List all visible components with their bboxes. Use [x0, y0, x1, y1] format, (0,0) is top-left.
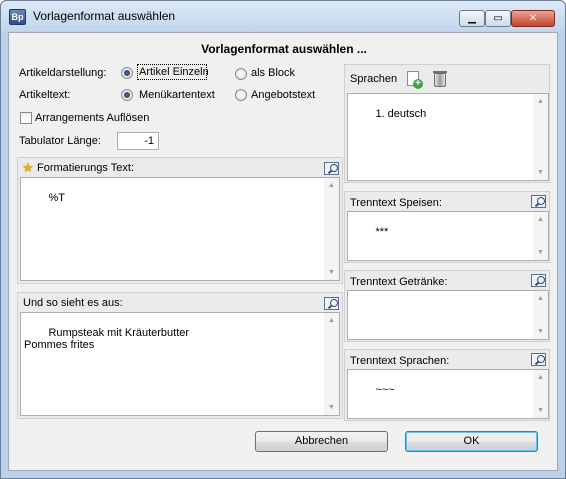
maximize-button[interactable]: ▭	[485, 10, 511, 27]
scroll-up-icon[interactable]: ▲	[533, 94, 548, 109]
formatierung-title: Formatierungs Text:	[37, 162, 135, 174]
radio-angebotstext-label[interactable]: Angebotstext	[251, 89, 315, 101]
trenntext-sprachen-text: ~~~	[375, 384, 395, 396]
trenntext-speisen-scrollbar[interactable]: ▲ ▼	[533, 212, 548, 260]
formatierung-panel: ★ Formatierungs Text: %T ▲ ▼	[17, 157, 343, 284]
title-bar[interactable]: Bp Vorlagenformat auswählen ▁ ▭ ✕	[1, 1, 565, 31]
radio-artikel-einzeln[interactable]	[121, 67, 133, 79]
trenntext-speisen-textarea[interactable]: *** ▲ ▼	[347, 211, 549, 261]
trenntext-getraenke-panel: Trenntext Getränke: ▲ ▼	[344, 270, 550, 342]
sprachen-title: Sprachen	[350, 73, 398, 85]
scroll-up-icon[interactable]: ▲	[324, 313, 339, 328]
radio-als-block-label[interactable]: als Block	[251, 67, 295, 79]
window-title: Vorlagenformat auswählen	[33, 9, 176, 23]
trenntext-getraenke-zoom-icon[interactable]	[531, 274, 546, 287]
formatierung-scrollbar[interactable]: ▲ ▼	[324, 178, 339, 280]
scroll-down-icon[interactable]: ▼	[533, 245, 548, 260]
trenntext-getraenke-title: Trenntext Getränke:	[350, 276, 448, 288]
arrangements-checkbox[interactable]	[20, 112, 32, 124]
trenntext-speisen-title: Trenntext Speisen:	[350, 197, 442, 209]
arrangements-label[interactable]: Arrangements Auflösen	[35, 112, 149, 124]
star-icon: ★	[22, 160, 34, 175]
dialog-window: Bp Vorlagenformat auswählen ▁ ▭ ✕ Vorlag…	[0, 0, 566, 479]
sprachen-list-item[interactable]: 1. deutsch	[375, 108, 426, 120]
trenntext-speisen-panel: Trenntext Speisen: *** ▲ ▼	[344, 191, 550, 263]
trenntext-getraenke-scrollbar[interactable]: ▲ ▼	[533, 291, 548, 339]
trenntext-speisen-text: ***	[375, 226, 389, 238]
trenntext-sprachen-title: Trenntext Sprachen:	[350, 355, 450, 367]
formatierung-text: %T	[48, 192, 65, 204]
sprachen-panel: Sprachen 1. deutsch ▲▼	[344, 64, 550, 183]
vorschau-panel: Und so sieht es aus: Rumpsteak mit Kräut…	[17, 292, 343, 419]
sprachen-scrollbar[interactable]: ▲ ▼	[533, 94, 548, 180]
ok-button[interactable]: OK	[405, 431, 538, 452]
trenntext-sprachen-scrollbar[interactable]: ▲ ▼	[533, 370, 548, 418]
formatierung-textarea[interactable]: %T ▲ ▼	[20, 177, 340, 281]
maximize-icon: ▭	[493, 13, 503, 24]
trenntext-getraenke-textarea[interactable]: ▲ ▼	[347, 290, 549, 340]
cancel-button[interactable]: Abbrechen	[255, 431, 388, 452]
close-button[interactable]: ✕	[511, 10, 555, 27]
trenntext-sprachen-textarea[interactable]: ~~~ ▲ ▼	[347, 369, 549, 419]
scroll-up-icon[interactable]: ▲	[324, 178, 339, 193]
scroll-up-icon[interactable]: ▲	[533, 291, 548, 306]
scroll-up-icon[interactable]: ▲	[533, 370, 548, 385]
vorschau-text: Rumpsteak mit Kräuterbutter Pommes frite…	[24, 327, 190, 351]
dialog-body: Vorlagenformat auswählen ... Artikeldars…	[8, 32, 558, 471]
sprachen-list[interactable]: 1. deutsch ▲ ▼	[347, 93, 549, 181]
radio-als-block[interactable]	[235, 68, 247, 80]
vorschau-textarea[interactable]: Rumpsteak mit Kräuterbutter Pommes frite…	[20, 312, 340, 416]
formatierung-zoom-icon[interactable]	[324, 162, 339, 175]
dialog-heading: Vorlagenformat auswählen ...	[201, 42, 367, 56]
minimize-icon: ▁	[468, 13, 476, 24]
scroll-up-icon[interactable]: ▲	[533, 212, 548, 227]
vorschau-scrollbar[interactable]: ▲ ▼	[324, 313, 339, 415]
artikeltext-label: Artikeltext:	[19, 89, 71, 101]
scroll-down-icon[interactable]: ▼	[533, 324, 548, 339]
radio-menuekartentext-label[interactable]: Menükartentext	[139, 89, 215, 101]
tabulator-label: Tabulator Länge:	[19, 135, 101, 147]
radio-menuekartentext[interactable]	[121, 89, 133, 101]
minimize-button[interactable]: ▁	[459, 10, 485, 27]
scroll-down-icon[interactable]: ▼	[533, 403, 548, 418]
radio-artikel-einzeln-label[interactable]: Artikel Einzeln	[139, 66, 209, 78]
artikeldarstellung-label: Artikeldarstellung:	[19, 67, 107, 79]
app-icon: Bp	[9, 9, 26, 25]
scroll-down-icon[interactable]: ▼	[533, 165, 548, 180]
scroll-down-icon[interactable]: ▼	[324, 400, 339, 415]
vorschau-title: Und so sieht es aus:	[23, 297, 123, 309]
vorschau-zoom-icon[interactable]	[324, 297, 339, 310]
tabulator-input[interactable]: -1	[117, 132, 159, 150]
trenntext-speisen-zoom-icon[interactable]	[531, 195, 546, 208]
trenntext-sprachen-panel: Trenntext Sprachen: ~~~ ▲ ▼	[344, 349, 550, 421]
add-document-icon[interactable]	[407, 71, 423, 89]
radio-angebotstext[interactable]	[235, 89, 247, 101]
trash-icon[interactable]	[433, 71, 447, 87]
close-icon: ✕	[528, 13, 538, 24]
scroll-down-icon[interactable]: ▼	[324, 265, 339, 280]
trenntext-sprachen-zoom-icon[interactable]	[531, 353, 546, 366]
